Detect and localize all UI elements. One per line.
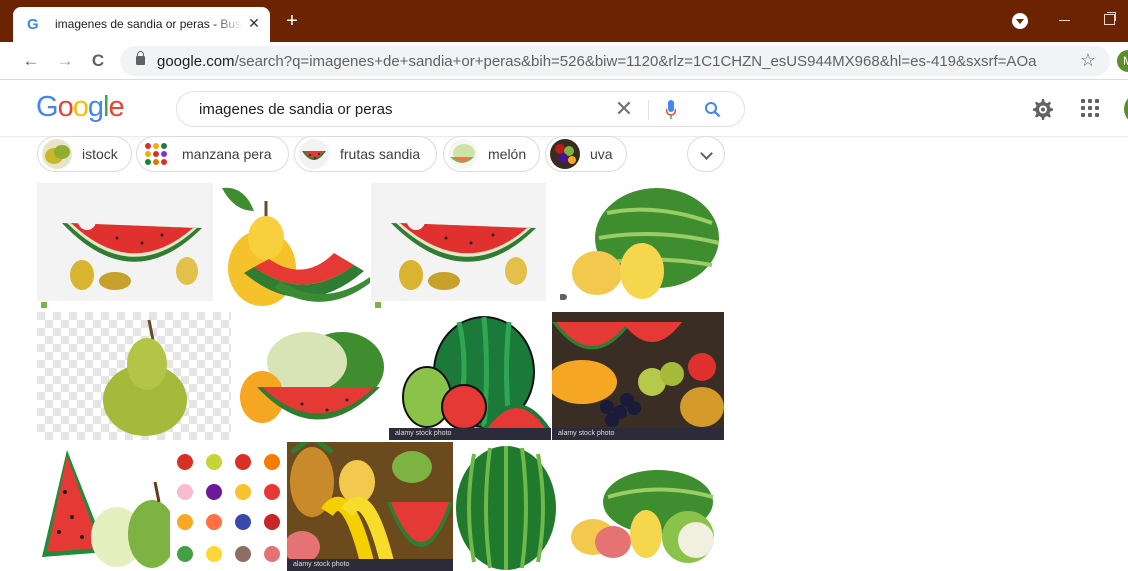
window-minimize-icon[interactable] — [1059, 20, 1070, 21]
image-result-7[interactable]: alamy stock photo — [389, 312, 551, 440]
logo-letter-g2: g — [87, 91, 104, 123]
logo-letter-o2: o — [72, 91, 89, 123]
image-result-1[interactable] — [37, 183, 213, 310]
watermelon-fruits-cauliflower-image — [558, 442, 724, 571]
cartoon-watermelon-pear-image — [37, 442, 170, 571]
image-result-6[interactable] — [232, 312, 388, 440]
clear-search-icon[interactable]: ✕ — [613, 98, 635, 120]
logo-letter-g1: G — [36, 91, 59, 123]
google-logo[interactable]: Google — [36, 91, 125, 124]
google-apps-icon[interactable] — [1081, 99, 1101, 119]
tab-title-fade — [213, 13, 243, 35]
tab-close-icon[interactable]: ✕ — [245, 14, 263, 32]
search-input[interactable]: imagenes de sandia or peras — [199, 101, 392, 118]
watermelon-thumb-icon — [299, 139, 329, 169]
image-result-9[interactable] — [37, 442, 170, 571]
search-box[interactable]: imagenes de sandia or peras ✕ — [176, 91, 745, 127]
chips-expand-button[interactable] — [687, 136, 725, 172]
address-bar[interactable]: google.com/search?q=imagenes+de+sandia+o… — [120, 46, 1110, 76]
url-text[interactable]: google.com/search?q=imagenes+de+sandia+o… — [157, 53, 1037, 70]
whole-watermelon-image — [454, 442, 557, 571]
search-icon[interactable] — [704, 101, 722, 119]
cartoon-fruits-image — [389, 312, 551, 440]
whole-watermelon-pears-image — [547, 183, 724, 310]
stock-watermark: alamy stock photo — [287, 559, 453, 571]
logo-letter-e: e — [108, 91, 124, 123]
watermelon-slice-pears-image — [37, 183, 213, 310]
search-divider — [648, 100, 649, 120]
chip-melon[interactable]: melón — [443, 136, 540, 172]
stock-watermark: alamy stock photo — [552, 428, 724, 440]
bookmark-star-icon[interactable]: ☆ — [1078, 50, 1098, 70]
chip-frutas-sandia[interactable]: frutas sandia — [294, 136, 437, 172]
chip-uva[interactable]: uva — [545, 136, 627, 172]
tropical-fruits-image — [287, 442, 453, 571]
stock-watermark: alamy stock photo — [389, 428, 551, 440]
tab-search-dropdown-icon[interactable] — [1012, 13, 1028, 29]
pear-watermelon-slices-image — [214, 183, 370, 310]
image-result-11[interactable]: alamy stock photo — [287, 442, 453, 571]
window-restore-icon[interactable] — [1104, 12, 1116, 25]
fruits-grid-thumb-icon — [141, 139, 171, 169]
chip-label: frutas sandia — [340, 146, 421, 162]
settings-gear-icon[interactable] — [1030, 97, 1054, 121]
single-pear-image — [37, 312, 231, 440]
grapes-thumb-icon — [550, 139, 580, 169]
image-result-4[interactable] — [547, 183, 724, 310]
chip-label: melón — [488, 146, 527, 162]
url-host: google.com — [157, 53, 235, 70]
browser-titlebar: G imagenes de sandia or peras - Buscar c… — [0, 0, 1128, 42]
chip-label: manzana pera — [182, 146, 272, 162]
image-result-8[interactable]: alamy stock photo — [552, 312, 724, 440]
image-result-2[interactable] — [214, 183, 370, 310]
back-button[interactable]: ← — [20, 50, 42, 72]
melon-thumb-icon — [448, 139, 478, 169]
image-result-10[interactable] — [171, 442, 286, 571]
new-tab-button[interactable]: + — [282, 11, 302, 31]
chip-label: istock — [82, 146, 118, 162]
lock-icon[interactable] — [136, 51, 145, 65]
product-tag-icon — [553, 290, 575, 304]
browser-toolbar: ← → C google.com/search?q=imagenes+de+sa… — [0, 42, 1128, 80]
watermelon-slice-pears-image-2 — [371, 183, 546, 310]
microphone-icon[interactable] — [666, 100, 676, 120]
reload-button[interactable]: C — [87, 50, 109, 72]
image-result-5[interactable] — [37, 312, 231, 440]
image-result-12[interactable] — [454, 442, 557, 571]
chip-label: uva — [590, 146, 613, 162]
image-result-13[interactable] — [558, 442, 724, 571]
chip-manzana-pera[interactable]: manzana pera — [136, 136, 289, 172]
fruit-market-image — [552, 312, 724, 440]
google-favicon-icon: G — [27, 16, 39, 33]
browser-tab[interactable]: G imagenes de sandia or peras - Buscar c… — [13, 7, 270, 42]
fruit-icons-grid-image — [171, 442, 286, 571]
url-path: /search?q=imagenes+de+sandia+or+peras&bi… — [234, 53, 1037, 70]
forward-button[interactable]: → — [54, 50, 76, 72]
chip-istock[interactable]: istock — [37, 136, 132, 172]
pear-thumb-icon — [42, 139, 72, 169]
image-result-3[interactable] — [371, 183, 546, 310]
logo-letter-o1: o — [57, 91, 74, 123]
account-avatar[interactable] — [1124, 93, 1128, 125]
melon-watermelon-slice-image — [232, 312, 388, 440]
